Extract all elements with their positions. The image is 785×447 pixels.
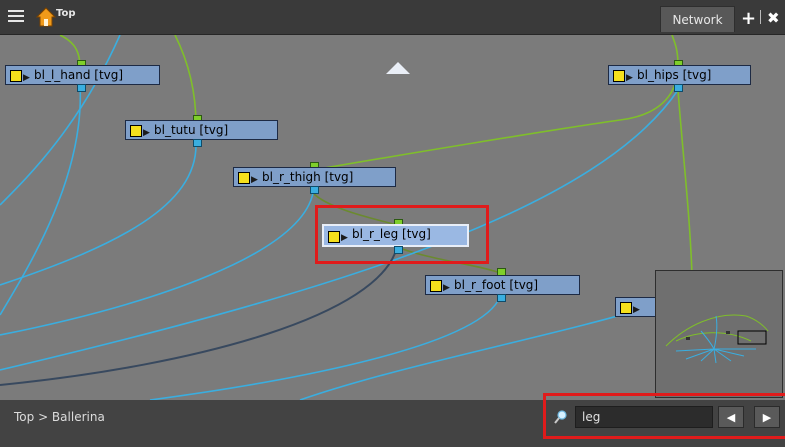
next-result-button[interactable]: ▶ bbox=[754, 406, 780, 428]
play-arrow-icon: ▶ bbox=[251, 175, 258, 185]
node-enable-icon[interactable] bbox=[10, 70, 22, 82]
play-arrow-icon: ▶ bbox=[633, 305, 640, 315]
node-bl-l-hand[interactable]: ▶ bl_l_hand [tvg] bbox=[5, 65, 160, 85]
node-label: bl_l_hand [tvg] bbox=[34, 68, 124, 82]
output-port[interactable] bbox=[193, 139, 202, 147]
node-label: bl_r_thigh [tvg] bbox=[262, 170, 354, 184]
divider bbox=[760, 10, 761, 24]
network-canvas[interactable]: ▶ bl_l_hand [tvg] ▶ bl_tutu [tvg] ▶ bl_r… bbox=[0, 35, 785, 400]
play-arrow-icon: ▶ bbox=[23, 73, 30, 83]
play-arrow-icon: ▶ bbox=[626, 73, 633, 83]
search-icon bbox=[554, 410, 567, 424]
output-port[interactable] bbox=[77, 84, 86, 92]
node-enable-icon[interactable] bbox=[613, 70, 625, 82]
home-icon[interactable] bbox=[36, 7, 56, 27]
status-bar: Top > Ballerina ◀ ▶ bbox=[0, 393, 785, 447]
network-navigator-minimap[interactable] bbox=[655, 270, 783, 398]
node-label: bl_r_foot [tvg] bbox=[454, 278, 539, 292]
previous-result-button[interactable]: ◀ bbox=[718, 406, 744, 428]
hamburger-menu-icon[interactable] bbox=[8, 9, 26, 25]
wire-out-leg bbox=[0, 246, 398, 386]
tab-network[interactable]: Network bbox=[660, 6, 735, 32]
node-label: bl_hips [tvg] bbox=[637, 68, 712, 82]
output-port[interactable] bbox=[497, 294, 506, 302]
wire-out-thigh bbox=[0, 192, 314, 336]
breadcrumb[interactable]: Top > Ballerina bbox=[14, 410, 105, 424]
navigate-up-arrow-icon[interactable] bbox=[386, 62, 410, 74]
search-result-highlight bbox=[315, 205, 489, 264]
node-bl-r-thigh[interactable]: ▶ bl_r_thigh [tvg] bbox=[233, 167, 396, 187]
window-titlebar: Top Network + ✖ bbox=[0, 0, 785, 35]
output-port[interactable] bbox=[310, 186, 319, 194]
search-input[interactable] bbox=[575, 406, 713, 428]
node-enable-icon[interactable] bbox=[130, 125, 142, 137]
wire-in-thigh bbox=[312, 71, 679, 171]
node-enable-icon[interactable] bbox=[238, 172, 250, 184]
wire-in-tutu bbox=[174, 35, 197, 126]
play-arrow-icon: ▶ bbox=[443, 283, 450, 293]
node-label: bl_tutu [tvg] bbox=[154, 123, 229, 137]
minimap-preview bbox=[665, 314, 769, 364]
network-title: Top bbox=[56, 8, 76, 19]
output-port[interactable] bbox=[674, 84, 683, 92]
close-view-button[interactable]: ✖ bbox=[767, 9, 780, 27]
node-enable-icon[interactable] bbox=[430, 280, 442, 292]
wire-hips-down bbox=[677, 89, 693, 276]
node-enable-icon[interactable] bbox=[620, 302, 632, 314]
wire-left-extra bbox=[0, 35, 121, 206]
node-bl-hips[interactable]: ▶ bl_hips [tvg] bbox=[608, 65, 751, 85]
play-arrow-icon: ▶ bbox=[143, 128, 150, 138]
node-bl-r-foot[interactable]: ▶ bl_r_foot [tvg] bbox=[425, 275, 580, 295]
node-bl-tutu[interactable]: ▶ bl_tutu [tvg] bbox=[125, 120, 278, 140]
add-view-button[interactable]: + bbox=[741, 8, 756, 29]
